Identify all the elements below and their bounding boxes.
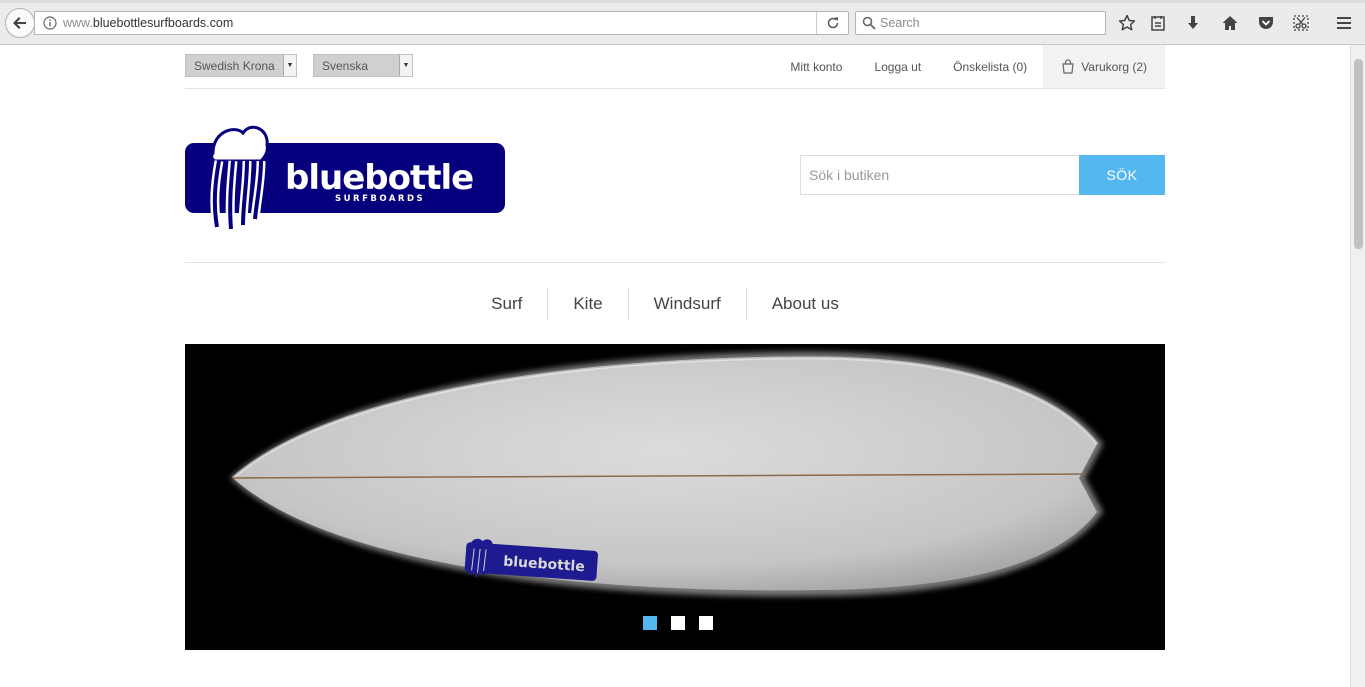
slider-dot-1[interactable] — [643, 616, 657, 630]
account-links: Mitt konto Logga ut Önskelista (0) Varuk… — [790, 45, 1165, 88]
menu-icon[interactable] — [1333, 12, 1355, 34]
hero-slider[interactable]: bluebottle — [185, 344, 1165, 650]
store-search-button[interactable]: SÖK — [1079, 155, 1165, 195]
search-icon — [862, 16, 876, 35]
nav-item-kite[interactable]: Kite — [548, 287, 629, 320]
chevron-down-icon: ▼ — [399, 55, 412, 76]
currency-select[interactable]: Swedish Krona ▼ — [185, 54, 297, 77]
bookmark-star-icon[interactable] — [1116, 12, 1138, 34]
language-select-value: Svenska — [322, 59, 369, 73]
cart-link[interactable]: Varukorg (2) — [1043, 45, 1165, 88]
surfboard-image: bluebottle — [230, 351, 1103, 597]
home-icon[interactable] — [1219, 12, 1241, 34]
top-bar: Swedish Krona ▼ Svenska ▼ Mitt konto Log… — [185, 45, 1165, 89]
download-icon[interactable] — [1182, 12, 1204, 34]
url-domain: bluebottlesurfboards.com — [92, 16, 234, 30]
site-header: bluebottle SURFBOARDS Sök i butiken SÖK — [185, 89, 1165, 263]
scrollbar-thumb[interactable] — [1354, 59, 1363, 249]
logo-wordmark: bluebottle — [285, 158, 473, 198]
screenshot-icon[interactable] — [1290, 12, 1312, 34]
my-account-link[interactable]: Mitt konto — [790, 60, 842, 74]
currency-select-value: Swedish Krona — [194, 59, 275, 73]
browser-search-placeholder: Search — [880, 16, 920, 30]
nav-item-about-us[interactable]: About us — [747, 288, 864, 320]
site-info-icon[interactable] — [43, 16, 57, 35]
cart-label: Varukorg (2) — [1081, 59, 1147, 74]
slider-dots — [185, 616, 1165, 630]
browser-toolbar: www.bluebottlesurfboards.com Search — [0, 0, 1365, 45]
url-text: www.bluebottlesurfboards.com — [63, 16, 233, 30]
site-logo[interactable]: bluebottle SURFBOARDS — [185, 123, 507, 238]
store-search: Sök i butiken SÖK — [800, 155, 1165, 195]
shopping-bag-icon — [1062, 59, 1074, 74]
nav-item-windsurf[interactable]: Windsurf — [629, 287, 747, 320]
back-button[interactable] — [5, 8, 35, 38]
page-scrollbar[interactable] — [1350, 45, 1365, 687]
pocket-icon[interactable] — [1255, 12, 1277, 34]
logo-subtitle: SURFBOARDS — [335, 194, 425, 204]
url-bar[interactable]: www.bluebottlesurfboards.com — [34, 11, 849, 35]
wishlist-link[interactable]: Önskelista (0) — [953, 60, 1027, 74]
reload-button[interactable] — [816, 12, 848, 34]
tab-strip — [0, 0, 1365, 3]
logout-link[interactable]: Logga ut — [874, 60, 921, 74]
nav-item-surf[interactable]: Surf — [466, 287, 549, 320]
slider-dot-3[interactable] — [699, 616, 713, 630]
chevron-down-icon: ▼ — [283, 55, 296, 76]
browser-search-bar[interactable]: Search — [855, 11, 1106, 35]
reload-icon — [827, 17, 838, 29]
main-nav: Surf Kite Windsurf About us — [185, 263, 1165, 344]
store-search-input[interactable]: Sök i butiken — [800, 155, 1079, 195]
back-arrow-icon — [13, 17, 26, 29]
language-select[interactable]: Svenska ▼ — [313, 54, 413, 77]
url-prefix: www. — [63, 16, 93, 30]
slider-dot-2[interactable] — [671, 616, 685, 630]
page-container: Swedish Krona ▼ Svenska ▼ Mitt konto Log… — [185, 45, 1165, 650]
reading-list-icon[interactable] — [1147, 12, 1169, 34]
